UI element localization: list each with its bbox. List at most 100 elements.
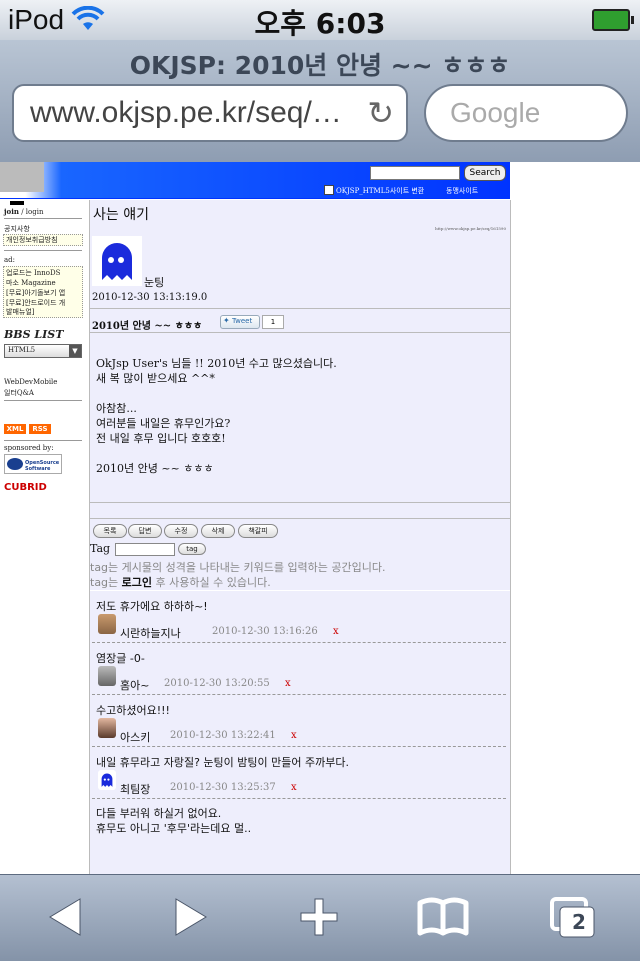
ad-link[interactable]: 마소 Magazine (6, 278, 56, 288)
comment-divider (92, 642, 506, 643)
commenter-avatar[interactable] (98, 718, 116, 738)
back-button[interactable] (30, 889, 100, 945)
add-bookmark-button[interactable] (284, 889, 354, 945)
tag-login-help: tag는 로그인 후 사용하실 수 있습니다. (90, 574, 271, 590)
tweet-button[interactable]: ✦ Tweet (220, 315, 260, 329)
cubrid-logo[interactable]: CUBRID (4, 482, 47, 493)
page-title: OKJSP: 2010년 안녕 ~~ ㅎㅎㅎ (129, 51, 511, 80)
site-search-button[interactable]: Search (464, 165, 506, 181)
commenter-avatar[interactable] (98, 666, 116, 686)
commenter-name[interactable]: 아스키 (120, 729, 150, 745)
body-blank (96, 446, 337, 461)
sponsor-logo[interactable]: OpenSource Software (4, 454, 62, 474)
twitter-bird-icon: ✦ (223, 316, 230, 325)
tag-help-prefix: tag는 (90, 576, 119, 589)
html5-checkbox[interactable] (324, 185, 334, 195)
user-icon (10, 201, 24, 205)
site-header: Search OKJSP_HTML5사이트 변환 동맹사이트 (0, 162, 510, 198)
comment-date: 2010-12-30 13:25:37 (170, 782, 276, 793)
body-line: 전 내일 후무 입니다 호호호! (96, 432, 226, 445)
board-title[interactable]: 사는 얘기 (93, 204, 149, 224)
commenter-name[interactable]: 홈아~ (120, 677, 149, 693)
permalink[interactable]: http://www.okjsp.pe.kr/seq/161590 (435, 226, 506, 231)
tweet-label: Tweet (232, 317, 253, 325)
comment-item: 내일 휴무라고 자랑질? 눈팅이 밤팅이 만들어 주까부다. 최팀장 2010-… (90, 748, 510, 800)
sponsored-label: sponsored by: (4, 444, 54, 452)
separator: / (21, 208, 24, 216)
comment-divider (92, 746, 506, 747)
author-avatar[interactable] (92, 236, 142, 286)
ad-link[interactable]: 업로드는 InnoDS (6, 268, 60, 278)
delete-comment-icon[interactable]: x (291, 730, 297, 741)
tag-help-suffix: 후 사용하실 수 있습니다. (155, 576, 271, 589)
bookmarks-button[interactable] (408, 889, 478, 945)
pacman-ghost-icon (101, 773, 113, 787)
address-bar[interactable]: www.okjsp.pe.kr/seq/… ↻ (12, 84, 408, 142)
comment-text: 염장글 -0- (96, 652, 145, 665)
body-line: 새 복 많이 받으세요 ^^* (96, 372, 215, 385)
delete-button[interactable]: 삭제 (201, 524, 235, 538)
divider (90, 590, 510, 591)
html5-site-link[interactable]: OKJSP_HTML5사이트 변환 (336, 186, 424, 196)
status-bar: iPod 오후 6:03 (0, 0, 640, 40)
tag-help: tag는 게시물의 성격을 나타내는 키워드를 입력하는 공간입니다. (90, 561, 386, 574)
bbs-list-heading: BBS LIST (4, 328, 64, 341)
bbs-link[interactable]: 일터Q&A (4, 388, 34, 398)
author-name[interactable]: 눈팅 (144, 274, 164, 290)
ad-link[interactable]: 발매뉴얼] (6, 307, 35, 317)
plus-icon (300, 898, 338, 936)
forward-button[interactable] (156, 889, 226, 945)
divider (4, 440, 82, 441)
clock: 오후 6:03 (254, 7, 386, 40)
list-button[interactable]: 목록 (93, 524, 127, 538)
alumni-site-link[interactable]: 동맹사이트 (446, 186, 478, 196)
tag-button[interactable]: tag (178, 543, 206, 555)
rss-badge[interactable]: RSS (29, 424, 51, 434)
divider (90, 332, 510, 333)
login-link[interactable]: 로그인 (122, 576, 152, 589)
commenter-name[interactable]: 최팀장 (120, 781, 150, 797)
commenter-avatar[interactable] (98, 770, 116, 790)
book-icon (417, 897, 469, 936)
bookmark-button[interactable]: 책갈피 (238, 524, 278, 538)
reload-icon[interactable]: ↻ (367, 94, 394, 132)
join-link[interactable]: join (4, 207, 19, 216)
browser-toolbar: 2 (0, 874, 640, 961)
site-search-input[interactable] (370, 166, 460, 180)
commenter-avatar[interactable] (98, 614, 116, 634)
divider (4, 400, 82, 401)
divider (90, 518, 510, 519)
pages-button[interactable]: 2 (540, 889, 610, 945)
bbs-select[interactable]: HTML5 ▼ (4, 344, 82, 358)
post-title: 2010년 안녕 ~~ ㅎㅎㅎ (92, 321, 203, 332)
notice-link[interactable]: 공지사항 (4, 224, 30, 234)
login-link[interactable]: login (26, 208, 44, 216)
join-login: join / login (4, 207, 43, 216)
comment-item: 저도 휴가에요 하하하~! 시란하늘지나 2010-12-30 13:16:26… (90, 592, 510, 644)
delete-comment-icon[interactable]: x (291, 782, 297, 793)
site-logo[interactable] (0, 162, 44, 192)
search-field[interactable]: Google (424, 84, 628, 142)
commenter-name[interactable]: 시란하늘지나 (120, 625, 181, 641)
sponsor-logo-text: OpenSource Software (25, 460, 60, 472)
delete-comment-icon[interactable]: x (333, 626, 339, 637)
post-date: 2010-12-30 13:13:19.0 (92, 292, 208, 303)
comment-text: 다들 부러워 하실거 없어요. 휴무도 아니고 '후무'라는데요 멀.. (96, 806, 251, 836)
privacy-link[interactable]: 개인정보취급방침 (6, 235, 58, 245)
bbs-link[interactable]: WebDevMobile (4, 378, 57, 386)
tag-label: Tag (90, 542, 111, 555)
comment-line: 다들 부러워 하실거 없어요. (96, 807, 222, 820)
ad-link[interactable]: [무료]아기돌보기 앱 (6, 288, 65, 298)
tag-input[interactable] (115, 543, 175, 556)
comment-item: 수고하셨어요!!! 아스키 2010-12-30 13:22:41 x (90, 696, 510, 748)
comment-date: 2010-12-30 13:20:55 (164, 678, 270, 689)
edit-button[interactable]: 수정 (164, 524, 198, 538)
reply-button[interactable]: 답변 (128, 524, 162, 538)
comment-text: 저도 휴가에요 하하하~! (96, 600, 208, 613)
xml-badge[interactable]: XML (4, 424, 26, 434)
tweet-count: 1 (262, 315, 284, 329)
bbs-select-value: HTML5 (8, 346, 36, 354)
back-arrow-icon (49, 898, 81, 936)
delete-comment-icon[interactable]: x (285, 678, 291, 689)
comment-item: 염장글 -0- 홈아~ 2010-12-30 13:20:55 x (90, 644, 510, 696)
